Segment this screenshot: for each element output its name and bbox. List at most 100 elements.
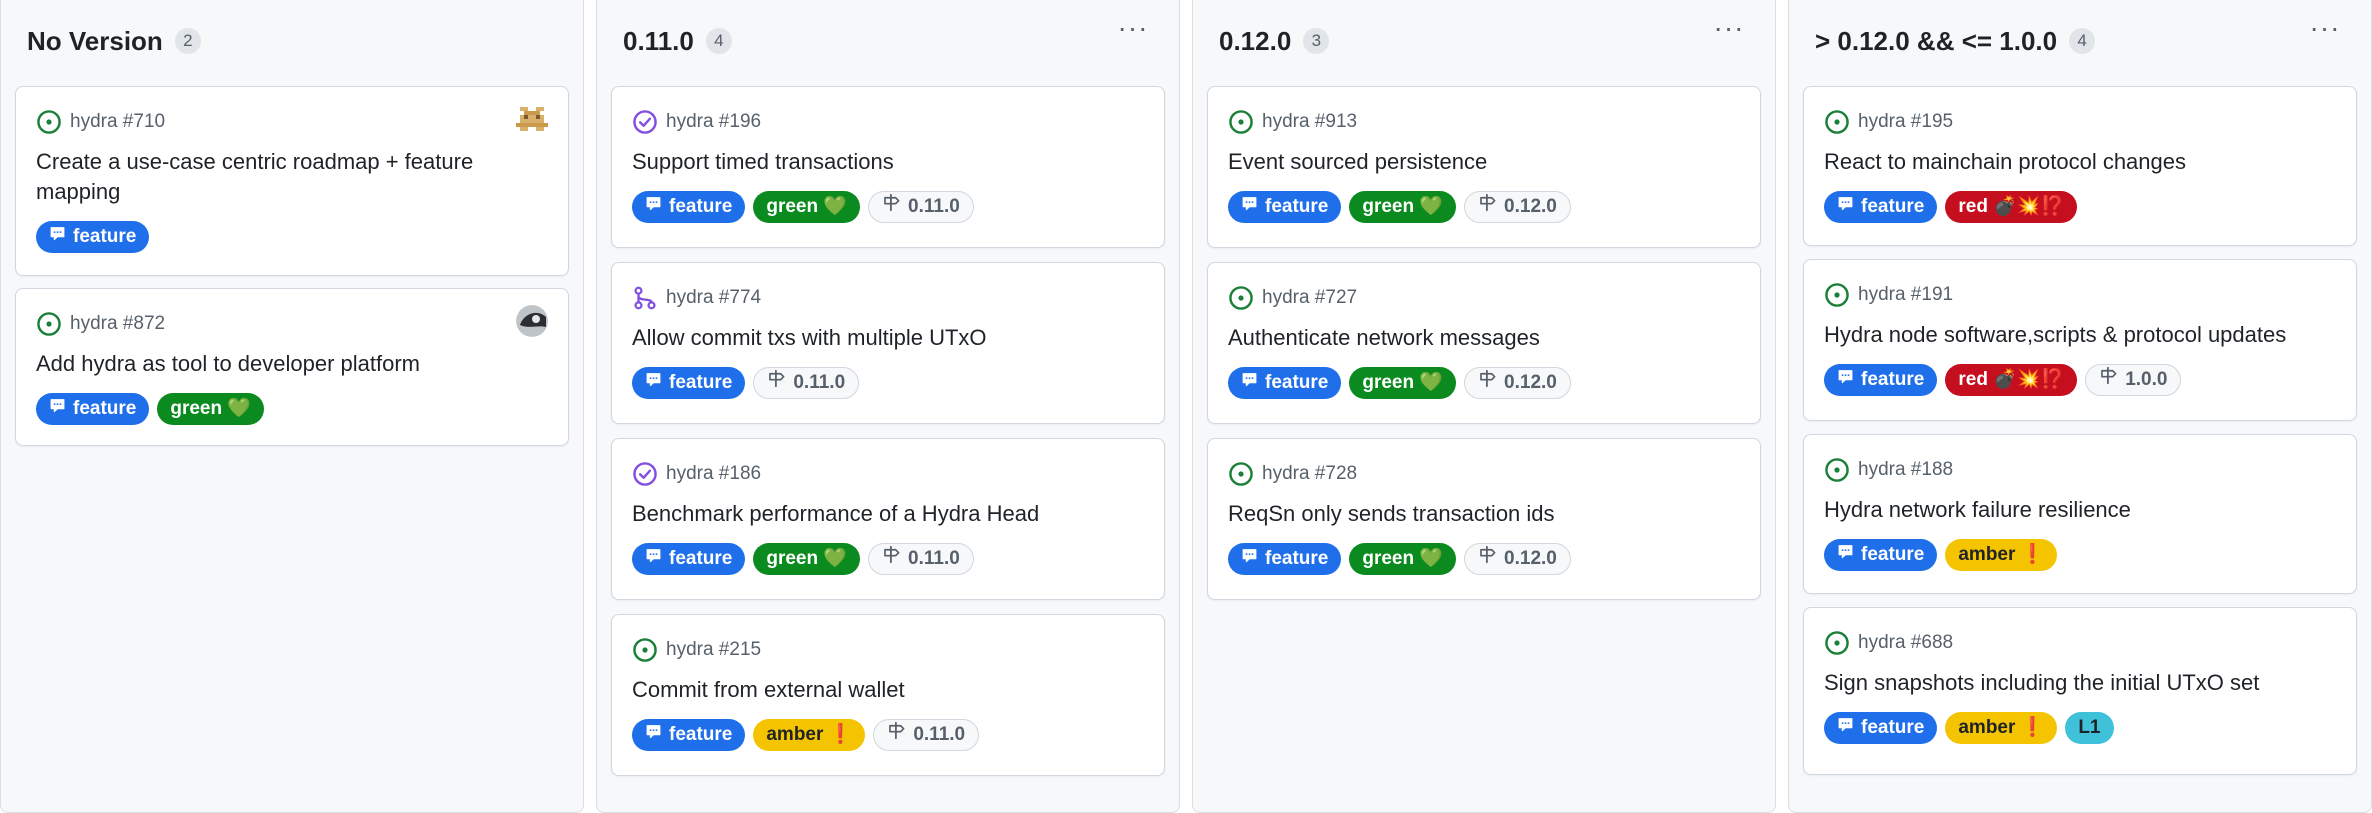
label-feature[interactable]: feature	[1824, 539, 1938, 571]
issue-repo-number[interactable]: hydra #774	[666, 286, 761, 310]
label-amber[interactable]: amber ❗	[1945, 712, 2058, 744]
issue-repo-number[interactable]: hydra #186	[666, 462, 761, 486]
issue-title[interactable]: Create a use-case centric roadmap + feat…	[36, 147, 508, 207]
issue-repo-number[interactable]: hydra #710	[70, 110, 165, 134]
label-list: feature green 💚 0.12.0	[1228, 367, 1740, 399]
label-list: feature 0.11.0	[632, 367, 1144, 399]
issue-card[interactable]: hydra #215 Commit from external wallet fea…	[611, 614, 1165, 776]
issue-open-icon	[1824, 457, 1858, 483]
board-column: > 0.12.0 && <= 1.0.0 4 ··· hydra #195 React …	[1788, 0, 2372, 813]
label-text: 0.11.0	[793, 372, 846, 393]
issue-repo-number[interactable]: hydra #188	[1858, 458, 1953, 482]
issue-repo-number[interactable]: hydra #191	[1858, 283, 1953, 307]
label-red[interactable]: red 💣💥⁉️	[1945, 191, 2078, 223]
issue-title[interactable]: Hydra network failure resilience	[1824, 495, 2296, 525]
label-green[interactable]: green 💚	[1349, 367, 1457, 399]
label-feature[interactable]: feature	[1824, 364, 1938, 396]
issue-title[interactable]: Event sourced persistence	[1228, 147, 1700, 177]
comment-icon	[1241, 367, 1258, 399]
issue-repo-number[interactable]: hydra #196	[666, 110, 761, 134]
label-milestone[interactable]: 0.12.0	[1464, 367, 1571, 399]
label-green[interactable]: green 💚	[753, 191, 861, 223]
label-feature[interactable]: feature	[1228, 543, 1342, 575]
label-feature[interactable]: feature	[1824, 712, 1938, 744]
issue-repo-number[interactable]: hydra #215	[666, 638, 761, 662]
label-text: amber ❗	[766, 724, 853, 745]
issue-card[interactable]: hydra #196 Support timed transactions feat…	[611, 86, 1165, 248]
issue-card[interactable]: hydra #195 React to mainchain protocol ch…	[1803, 86, 2357, 246]
label-green[interactable]: green 💚	[157, 393, 265, 425]
issue-card[interactable]: hydra #728 ReqSn only sends transaction i…	[1207, 438, 1761, 600]
column-title: 0.12.0 3	[1219, 26, 1330, 56]
label-green[interactable]: green 💚	[753, 543, 861, 575]
issue-title[interactable]: Support timed transactions	[632, 147, 1104, 177]
column-header: No Version 2	[1, 0, 583, 80]
label-feature[interactable]: feature	[632, 543, 746, 575]
issue-title[interactable]: React to mainchain protocol changes	[1824, 147, 2296, 177]
issue-card[interactable]: hydra #191 Hydra node software,scripts & …	[1803, 259, 2357, 421]
issue-open-icon	[1228, 461, 1262, 487]
issue-card[interactable]: hydra #774 Allow commit txs with multiple…	[611, 262, 1165, 424]
issue-repo-number[interactable]: hydra #727	[1262, 286, 1357, 310]
issue-card[interactable]: hydra #710 Create a use-case centric road…	[15, 86, 569, 276]
assignee-avatar[interactable]	[516, 305, 548, 337]
label-list: feature green 💚 0.12.0	[1228, 191, 1740, 223]
issue-card[interactable]: hydra #872 Add hydra as tool to developer…	[15, 288, 569, 446]
label-list: feature green 💚 0.12.0	[1228, 543, 1740, 575]
issue-card[interactable]: hydra #688 Sign snapshots including the i…	[1803, 607, 2357, 775]
issue-repo-number[interactable]: hydra #195	[1858, 110, 1953, 134]
label-feature[interactable]: feature	[1228, 367, 1342, 399]
issue-title[interactable]: ReqSn only sends transaction ids	[1228, 499, 1700, 529]
label-milestone[interactable]: 0.11.0	[753, 367, 860, 399]
column-menu-button[interactable]: ···	[1113, 14, 1153, 50]
issue-repo-number[interactable]: hydra #872	[70, 312, 165, 336]
issue-repo-number[interactable]: hydra #913	[1262, 110, 1357, 134]
label-feature[interactable]: feature	[36, 393, 150, 425]
issue-card[interactable]: hydra #913 Event sourced persistence featu…	[1207, 86, 1761, 248]
label-milestone[interactable]: 0.11.0	[868, 543, 974, 575]
issue-reference: hydra #186	[632, 461, 761, 487]
board-column: 0.11.0 4 ··· hydra #196 Support timed transa…	[596, 0, 1180, 813]
issue-title[interactable]: Authenticate network messages	[1228, 323, 1700, 353]
assignee-avatar[interactable]	[516, 103, 548, 135]
label-feature[interactable]: feature	[632, 367, 746, 399]
label-list: feature	[36, 221, 548, 253]
label-feature[interactable]: feature	[1824, 191, 1938, 223]
issue-title[interactable]: Commit from external wallet	[632, 675, 1104, 705]
issue-open-icon	[1228, 109, 1262, 135]
label-red[interactable]: red 💣💥⁉️	[1945, 364, 2078, 396]
column-menu-button[interactable]: ···	[1709, 14, 1749, 50]
issue-reference: hydra #727	[1228, 285, 1357, 311]
issue-card[interactable]: hydra #186 Benchmark performance of a Hyd…	[611, 438, 1165, 600]
issue-reference: hydra #688	[1824, 630, 1953, 656]
issue-title[interactable]: Benchmark performance of a Hydra Head	[632, 499, 1104, 529]
label-green[interactable]: green 💚	[1349, 543, 1457, 575]
issue-reference: hydra #215	[632, 637, 761, 663]
label-milestone[interactable]: 0.11.0	[873, 719, 980, 751]
label-milestone[interactable]: 0.12.0	[1464, 191, 1571, 223]
issue-repo-number[interactable]: hydra #728	[1262, 462, 1357, 486]
label-milestone[interactable]: 0.12.0	[1464, 543, 1571, 575]
label-amber[interactable]: amber ❗	[1945, 539, 2058, 571]
issue-title[interactable]: Hydra node software,scripts & protocol u…	[1824, 320, 2296, 350]
comment-icon	[1837, 364, 1854, 396]
label-amber[interactable]: amber ❗	[753, 719, 866, 751]
label-text: 1.0.0	[2125, 369, 2168, 390]
label-milestone[interactable]: 0.11.0	[868, 191, 974, 223]
issue-card[interactable]: hydra #188 Hydra network failure resilien…	[1803, 434, 2357, 594]
label-feature[interactable]: feature	[1228, 191, 1342, 223]
label-feature[interactable]: feature	[632, 719, 746, 751]
label-feature[interactable]: feature	[632, 191, 746, 223]
issue-repo-number[interactable]: hydra #688	[1858, 631, 1953, 655]
column-menu-button[interactable]: ···	[2305, 14, 2345, 50]
label-feature[interactable]: feature	[36, 221, 150, 253]
issue-title[interactable]: Allow commit txs with multiple UTxO	[632, 323, 1104, 353]
label-list: feature amber ❗	[1824, 539, 2336, 571]
label-green[interactable]: green 💚	[1349, 191, 1457, 223]
issue-card[interactable]: hydra #727 Authenticate network messages f…	[1207, 262, 1761, 424]
label-text: feature	[669, 372, 733, 393]
issue-title[interactable]: Add hydra as tool to developer platform	[36, 349, 508, 379]
issue-title[interactable]: Sign snapshots including the initial UTx…	[1824, 668, 2296, 698]
label-l1[interactable]: L1	[2065, 712, 2114, 744]
label-milestone[interactable]: 1.0.0	[2085, 364, 2182, 396]
